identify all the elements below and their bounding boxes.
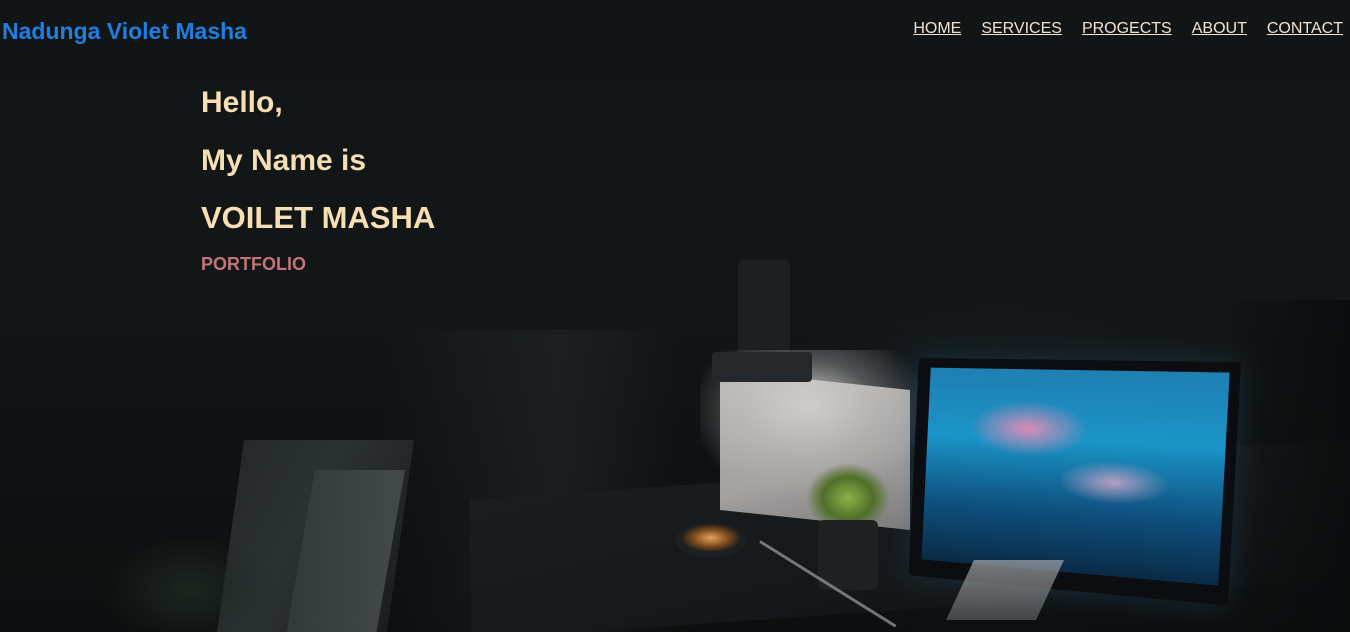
- site-header: Nadunga Violet Masha HOME SERVICES PROGE…: [0, 0, 1350, 62]
- right-wall-shadow: [1230, 300, 1350, 632]
- nav-home[interactable]: HOME: [913, 20, 961, 38]
- hero-intro: My Name is: [201, 144, 367, 177]
- nav-about[interactable]: ABOUT: [1192, 20, 1247, 38]
- monitor-screen: [921, 367, 1230, 586]
- brand-logo[interactable]: Nadunga Violet Masha: [2, 18, 247, 45]
- hero-tagline: PORTFOLIO: [201, 254, 306, 274]
- hero-section: Hello, My Name is VOILET MASHA PORTFOLIO: [201, 86, 801, 275]
- page: Nadunga Violet Masha HOME SERVICES PROGE…: [0, 0, 1350, 632]
- nav-projects[interactable]: PROGECTS: [1082, 20, 1172, 38]
- nav-contact[interactable]: CONTACT: [1267, 20, 1343, 38]
- hero-greeting: Hello,: [201, 86, 283, 119]
- nav-services[interactable]: SERVICES: [981, 20, 1062, 38]
- lamp-head: [712, 352, 812, 382]
- main-nav: HOME SERVICES PROGECTS ABOUT CONTACT: [913, 20, 1343, 38]
- plant-leaves: [806, 458, 890, 528]
- foreground-plant: [80, 500, 300, 632]
- bowl: [676, 522, 746, 558]
- monitor: [908, 357, 1242, 606]
- hero-name: VOILET MASHA: [201, 200, 436, 235]
- plant-pot: [818, 520, 878, 590]
